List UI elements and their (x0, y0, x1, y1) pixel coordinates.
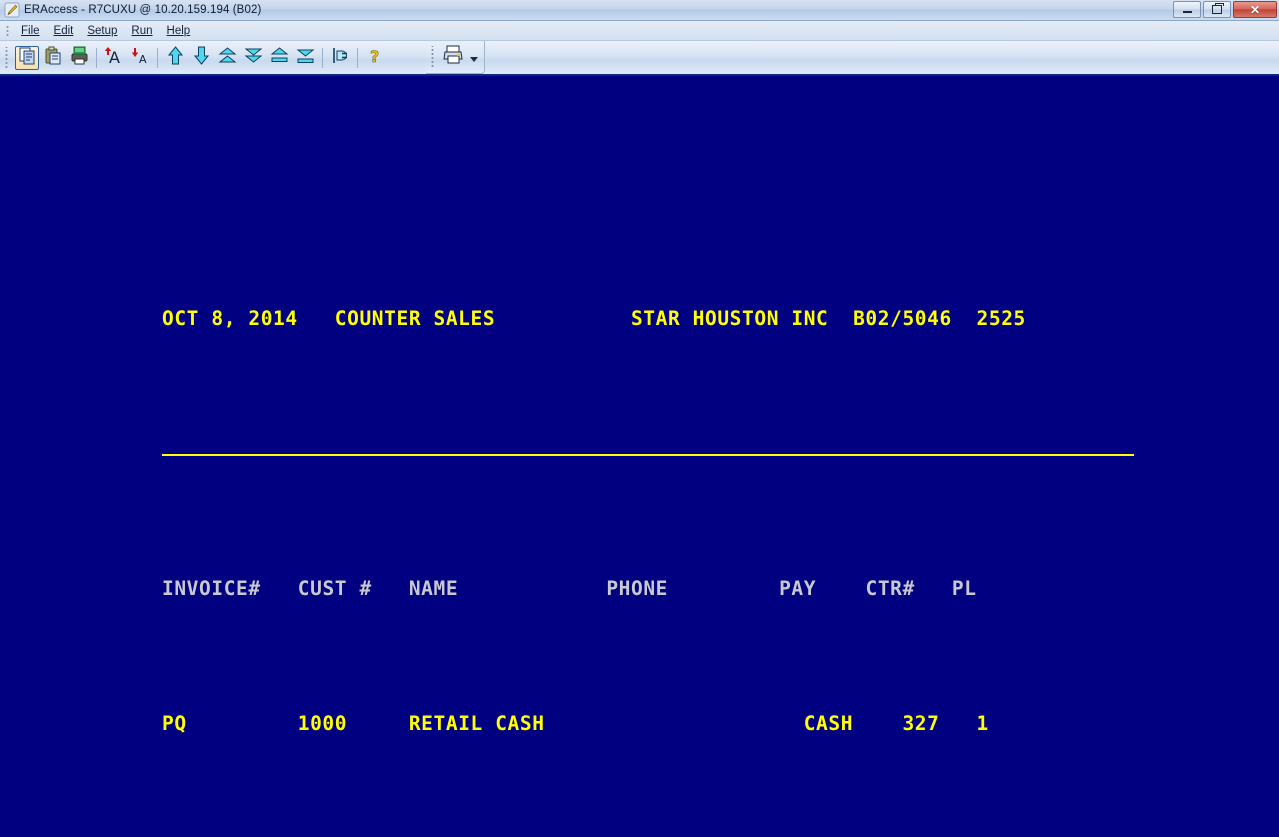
maximize-button[interactable] (1203, 1, 1231, 18)
print-toolbar (426, 41, 485, 74)
window-title: ERAccess - R7CUXU @ 10.20.159.194 (B02) (24, 4, 262, 16)
help-question-icon: ? (366, 46, 385, 70)
window-controls: ✕ (1173, 1, 1277, 18)
menu-item-edit-label: Edit (53, 24, 74, 37)
menu-item-setup-label: Setup (87, 24, 118, 37)
close-button[interactable]: ✕ (1233, 1, 1277, 18)
value-name[interactable]: RETAIL CASH (409, 712, 545, 735)
toolbar-separator (96, 47, 97, 68)
terminal-header-row: OCT 8, 2014 COUNTER SALES STAR HOUSTON I… (162, 305, 1125, 332)
header-divider (162, 440, 1134, 467)
value-ctr[interactable]: 327 (902, 712, 939, 735)
print-toolbar-grip-handle[interactable] (430, 46, 436, 68)
value-cust[interactable]: 1000 (298, 712, 347, 735)
minimize-button[interactable] (1173, 1, 1201, 18)
paste-icon (44, 46, 63, 70)
menu-item-file-label: File (21, 24, 40, 37)
page-down-icon (244, 46, 263, 70)
menu-item-run-label: Run (131, 24, 153, 37)
header-screen-title: COUNTER SALES (334, 307, 496, 330)
value-pl[interactable]: 1 (977, 712, 989, 735)
label-ctr: CTR# (865, 577, 915, 600)
header-terminal-id: 2525 (976, 307, 1026, 330)
copy-button[interactable] (15, 45, 39, 70)
chevron-down-icon[interactable] (470, 56, 478, 62)
label-pay: PAY (779, 577, 817, 600)
arrow-down-icon (192, 46, 211, 70)
value-invoice[interactable]: PQ (162, 712, 187, 735)
terminal-screen[interactable]: OCT 8, 2014 COUNTER SALES STAR HOUSTON I… (0, 77, 1279, 837)
font-increase-button[interactable]: A (102, 46, 126, 70)
font-decrease-button[interactable]: A (128, 46, 152, 70)
svg-text:A: A (139, 53, 147, 65)
help-button[interactable]: ? (363, 46, 387, 70)
header-divider-line (162, 454, 1134, 456)
label-cust: CUST # (297, 577, 372, 600)
window-titlebar: ERAccess - R7CUXU @ 10.20.159.194 (B02) … (0, 0, 1279, 21)
toolbar: A A ? (0, 41, 1279, 76)
font-increase-icon: A (104, 46, 124, 70)
toolbar-separator (357, 47, 358, 68)
minimize-icon (1182, 11, 1192, 13)
go-bottom-button[interactable] (293, 46, 317, 70)
pen-nib-icon (4, 2, 20, 18)
scroll-up-button[interactable] (163, 45, 187, 70)
menu-item-help-label: Help (166, 24, 191, 37)
toolbar-separator (157, 47, 158, 68)
connect-button[interactable] (328, 46, 352, 70)
menu-item-run[interactable]: Run (124, 23, 159, 39)
print-screen-button[interactable] (67, 46, 91, 70)
page-up-icon (218, 46, 237, 70)
menu-item-edit[interactable]: Edit (47, 23, 81, 39)
page-down-button[interactable] (241, 46, 265, 70)
value-pay[interactable]: CASH (804, 712, 853, 735)
label-name: NAME (408, 577, 459, 600)
print-button[interactable] (441, 45, 465, 69)
page-up-button[interactable] (215, 46, 239, 70)
invoice-value-row: PQ 1000 RETAIL CASH CASH 327 1 (162, 710, 1125, 737)
paste-button[interactable] (41, 46, 65, 70)
svg-text:?: ? (370, 47, 379, 65)
toolbar-separator (322, 47, 323, 68)
menu-item-setup[interactable]: Setup (80, 23, 124, 39)
invoice-label-row: INVOICE# CUST # NAME PHONE PAY CTR# PL (162, 575, 1125, 602)
menu-item-file[interactable]: File (14, 23, 47, 39)
menu-item-help[interactable]: Help (160, 23, 198, 39)
header-company: STAR HOUSTON INC (630, 307, 829, 330)
arrow-up-icon (166, 45, 185, 70)
font-decrease-icon: A (130, 46, 150, 70)
copy-icon (18, 46, 37, 70)
label-invoice: INVOICE# (162, 577, 261, 600)
restore-icon (1212, 3, 1224, 14)
print-screen-icon (70, 46, 89, 70)
toolbar-grip-handle[interactable] (4, 46, 10, 69)
label-phone: PHONE (606, 577, 669, 600)
menu-bar: File Edit Setup Run Help (0, 21, 1279, 41)
header-store-code: B02/5046 (853, 307, 952, 330)
go-bottom-icon (296, 46, 315, 70)
scroll-down-button[interactable] (189, 46, 213, 70)
printer-icon (442, 45, 464, 69)
close-icon: ✕ (1249, 2, 1261, 17)
header-date: OCT 8, 2014 (162, 307, 298, 330)
terminal-text-grid: OCT 8, 2014 COUNTER SALES STAR HOUSTON I… (162, 197, 1134, 837)
go-top-icon (270, 46, 289, 70)
label-pl: PL (951, 577, 977, 600)
menu-grip-handle[interactable] (4, 23, 11, 38)
connect-plug-icon (331, 46, 350, 70)
go-top-button[interactable] (267, 46, 291, 70)
